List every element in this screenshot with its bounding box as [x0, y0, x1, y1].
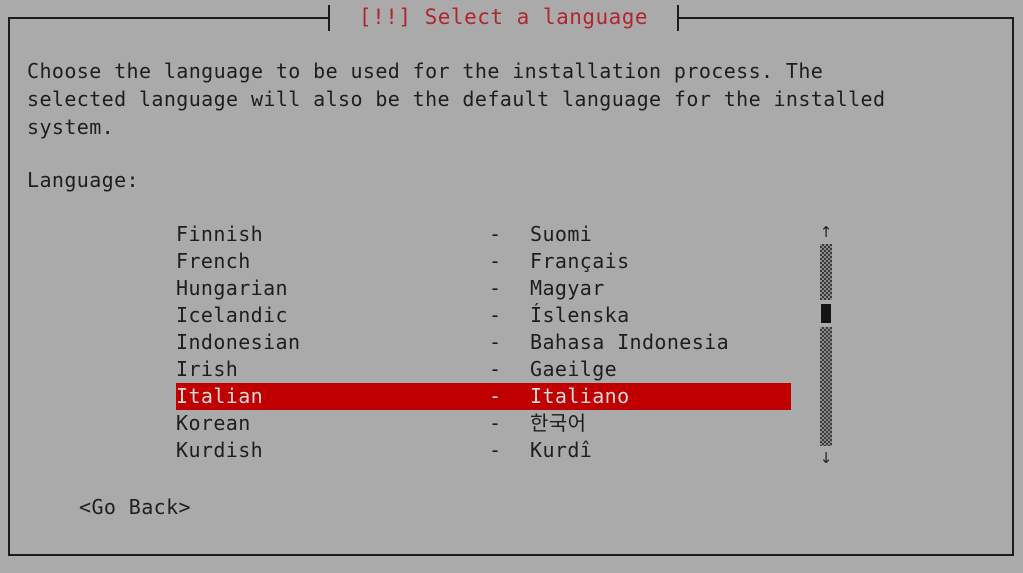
language-separator: - [489, 357, 502, 381]
scroll-up-arrow-icon[interactable]: ↑ [818, 224, 834, 240]
description-text: Choose the language to be used for the i… [27, 59, 886, 139]
language-native-name: Íslenska [530, 303, 630, 327]
go-back-button[interactable]: <Go Back> [79, 493, 191, 521]
window-title: [!!] Select a language [358, 5, 649, 29]
title-divider-right [677, 5, 679, 31]
list-scrollbar[interactable]: ↑ ↓ [818, 224, 834, 466]
language-separator: - [489, 384, 502, 408]
language-separator: - [489, 411, 502, 435]
scrollbar-track-lower[interactable] [820, 327, 832, 446]
language-separator: - [489, 303, 502, 327]
language-name: Finnish [176, 222, 264, 246]
language-list-item[interactable]: Korean - 한국어 [0, 410, 1023, 437]
language-name: Indonesian [176, 330, 301, 354]
language-native-name: Français [530, 249, 630, 273]
language-list[interactable]: Finnish - Suomi French - Français Hungarian - Ma… [0, 221, 1023, 464]
language-separator: - [489, 438, 502, 462]
language-native-name: Suomi [530, 222, 593, 246]
language-list-item[interactable]: Icelandic - Íslenska [0, 302, 1023, 329]
language-name: Italian [176, 384, 264, 408]
language-native-name: Bahasa Indonesia [530, 330, 730, 354]
language-native-name: Kurdî [530, 438, 593, 462]
installer-screen: [!!] Select a language Choose the langua… [0, 0, 1023, 573]
language-list-item[interactable]: French - Français [0, 248, 1023, 275]
window-border-top-left [8, 17, 330, 19]
window-border-top-right [677, 17, 1014, 19]
language-native-name: Gaeilge [530, 357, 618, 381]
language-name: Irish [176, 357, 239, 381]
language-name: French [176, 249, 251, 273]
language-separator: - [489, 222, 502, 246]
language-name: Kurdish [176, 438, 264, 462]
language-list-item[interactable]: Italian - Italiano [0, 383, 1023, 410]
language-list-item[interactable]: Indonesian - Bahasa Indonesia [0, 329, 1023, 356]
language-native-name: Magyar [530, 276, 605, 300]
language-separator: - [489, 330, 502, 354]
language-list-item[interactable]: Hungarian - Magyar [0, 275, 1023, 302]
language-native-name: 한국어 [530, 411, 587, 435]
language-list-item[interactable]: Kurdish - Kurdî [0, 437, 1023, 464]
language-native-name: Italiano [530, 384, 630, 408]
language-name: Hungarian [176, 276, 288, 300]
scrollbar-thumb[interactable] [821, 304, 831, 323]
window-border-bottom [8, 554, 1014, 556]
language-separator: - [489, 276, 502, 300]
selection-highlight [176, 383, 791, 410]
language-separator: - [489, 249, 502, 273]
language-list-item[interactable]: Finnish - Suomi [0, 221, 1023, 248]
language-list-item[interactable]: Irish - Gaeilge [0, 356, 1023, 383]
scroll-down-arrow-icon[interactable]: ↓ [818, 450, 834, 466]
language-name: Korean [176, 411, 251, 435]
language-field-label: Language: [27, 168, 139, 192]
language-name: Icelandic [176, 303, 288, 327]
scrollbar-track-upper[interactable] [820, 244, 832, 300]
